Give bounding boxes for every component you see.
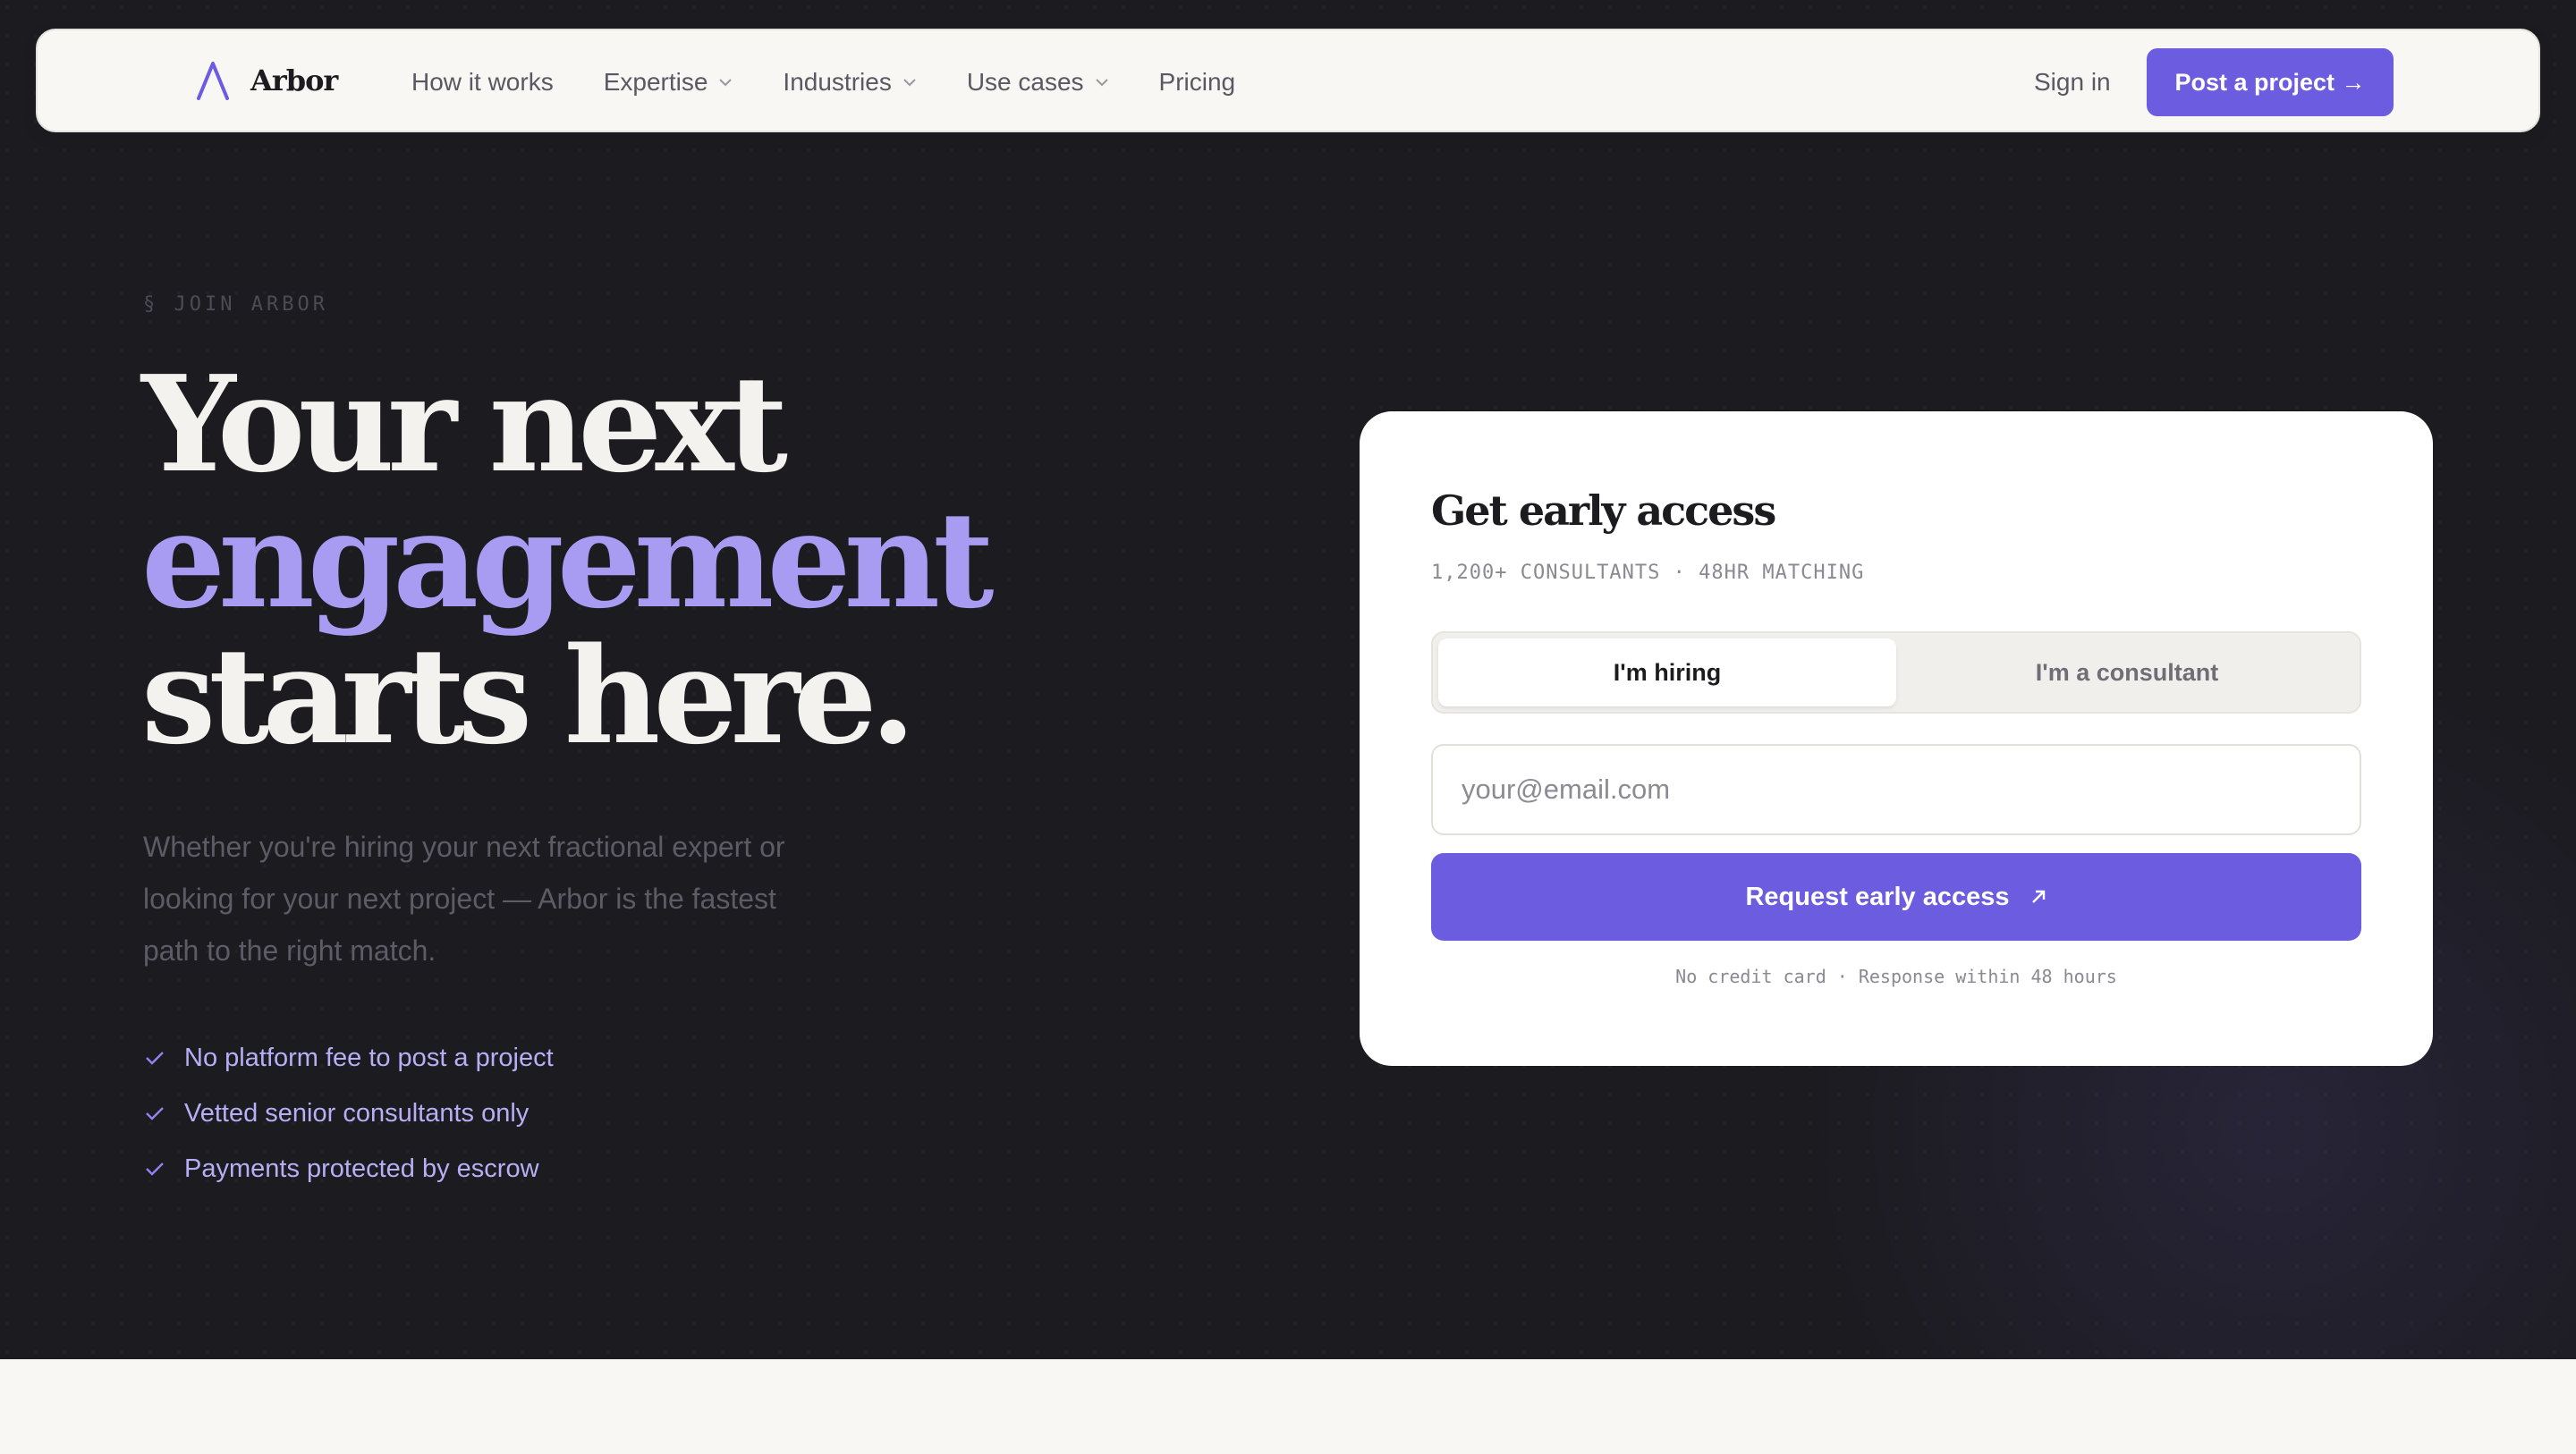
role-toggle: I'm hiring I'm a consultant: [1431, 631, 2361, 714]
headline-line-1: Your next: [141, 346, 788, 502]
brand-name: Arbor: [250, 63, 338, 97]
nav-link-label: How it works: [411, 68, 554, 96]
next-section: [0, 1359, 2576, 1454]
nav-link-pricing[interactable]: Pricing: [1159, 68, 1236, 97]
benefit-item: Vetted senior consultants only: [145, 1086, 554, 1141]
arbor-a-icon: [197, 62, 229, 100]
top-nav: Arbor How it works Expertise Industries …: [36, 29, 2540, 132]
request-access-label: Request early access: [1745, 882, 2010, 911]
toggle-consultant[interactable]: I'm a consultant: [1898, 638, 2356, 706]
early-access-card: Get early access 1,200+ CONSULTANTS · 48…: [1360, 411, 2433, 1066]
benefit-text: Payments protected by escrow: [184, 1154, 539, 1183]
nav-link-industries[interactable]: Industries: [783, 68, 916, 97]
check-icon: [146, 1162, 164, 1176]
nav-link-label: Use cases: [966, 68, 1084, 96]
sign-in-link[interactable]: Sign in: [2034, 30, 2111, 134]
check-icon: [146, 1052, 164, 1065]
brand-logo[interactable]: Arbor: [195, 61, 338, 100]
email-input[interactable]: [1431, 744, 2361, 835]
nav-link-label: Pricing: [1158, 68, 1236, 96]
nav-link-label: Industries: [783, 68, 892, 96]
benefit-text: No platform fee to post a project: [184, 1043, 554, 1072]
arrow-up-right-icon: [2031, 890, 2045, 903]
chevron-down-icon: [903, 79, 916, 87]
nav-links: How it works Expertise Industries Use ca…: [411, 30, 1285, 134]
nav-link-use-cases[interactable]: Use cases: [967, 68, 1109, 97]
card-title: Get early access: [1431, 486, 1776, 535]
benefit-text: Vetted senior consultants only: [184, 1098, 530, 1128]
headline-line-2-accent: engagement: [141, 482, 995, 638]
section-eyebrow: § JOIN ARBOR: [143, 293, 328, 316]
chevron-down-icon: [719, 79, 733, 87]
nav-link-expertise[interactable]: Expertise: [604, 68, 733, 97]
card-subtitle: 1,200+ CONSULTANTS · 48HR MATCHING: [1431, 562, 1865, 584]
headline-line-3: starts here.: [141, 618, 916, 773]
post-project-button[interactable]: Post a project →: [2147, 48, 2394, 116]
toggle-hiring[interactable]: I'm hiring: [1438, 638, 1896, 706]
chevron-down-icon: [1095, 79, 1108, 87]
check-icon: [146, 1107, 164, 1120]
benefit-item: No platform fee to post a project: [145, 1030, 554, 1086]
benefit-list: No platform fee to post a project Vetted…: [145, 1030, 554, 1196]
nav-link-how-it-works[interactable]: How it works: [411, 68, 554, 97]
benefit-item: Payments protected by escrow: [145, 1141, 554, 1196]
request-access-button[interactable]: Request early access: [1431, 853, 2361, 941]
hero-lede: Whether you're hiring your next fraction…: [143, 831, 785, 967]
hero-headline: Your next engagement starts here.: [141, 356, 1215, 764]
card-footnote: No credit card · Response within 48 hour…: [1675, 966, 2117, 987]
nav-link-label: Expertise: [603, 68, 708, 96]
